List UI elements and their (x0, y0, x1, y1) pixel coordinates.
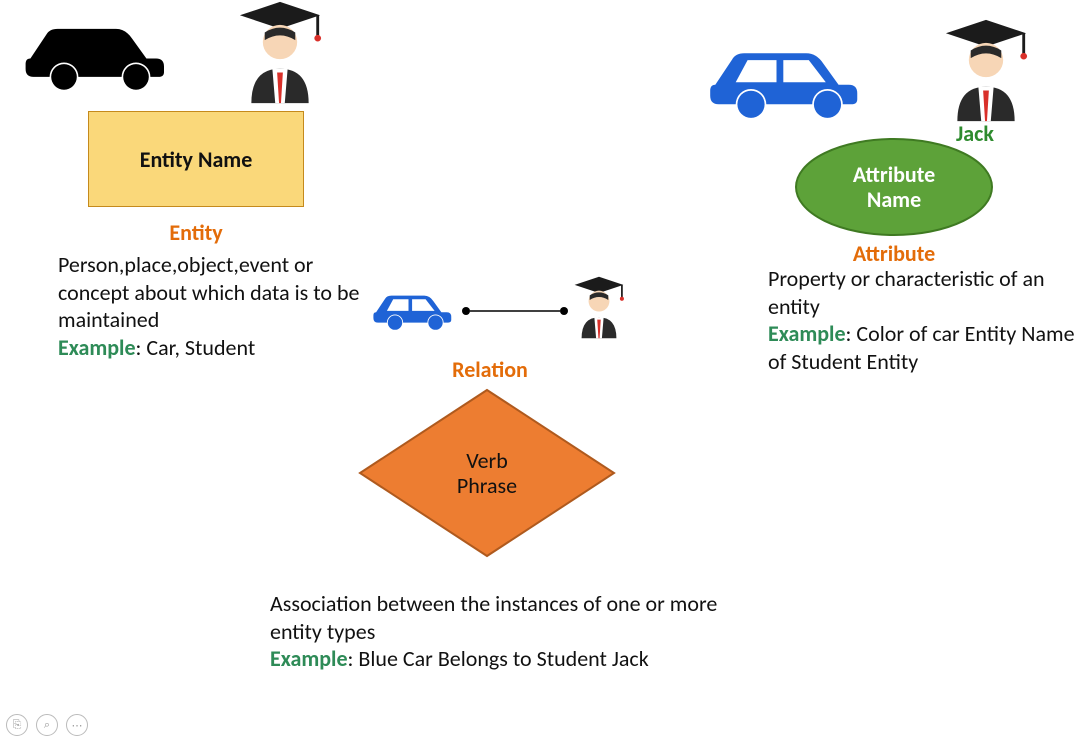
attr-shape-l1: Attribute (853, 162, 935, 187)
car-blue-small-icon (368, 285, 458, 340)
student-jack-icon (938, 18, 1034, 128)
relation-example-label: Example (270, 645, 348, 672)
attr-desc-text: Property or characteristic of an entity (768, 265, 1045, 320)
bottom-toolbar: ⎘ ⌕ ⋯ (6, 714, 88, 736)
relation-shape-l2: Phrase (457, 473, 517, 498)
zoom-button[interactable]: ⌕ (36, 714, 58, 736)
entity-rect-shape: Entity Name (88, 111, 304, 207)
entity-desc-text: Person,place,object,event or concept abo… (58, 251, 359, 333)
relation-desc-text: Association between the instances of one… (270, 590, 717, 645)
car-blue-icon (700, 38, 870, 128)
entity-shape-label: Entity Name (140, 146, 253, 173)
student-black-icon (232, 0, 328, 110)
relation-description: Association between the instances of one… (270, 590, 760, 673)
relation-diamond-text: Verb Phrase (358, 388, 616, 558)
attr-shape-l2: Name (867, 187, 921, 212)
relation-title: Relation (390, 356, 590, 383)
more-button[interactable]: ⋯ (66, 714, 88, 736)
relation-connector (460, 301, 570, 321)
relation-example-text: : Blue Car Belongs to Student Jack (348, 645, 649, 672)
attribute-title: Attribute (794, 240, 994, 267)
student-small-icon (570, 275, 628, 345)
entity-example-label: Example (58, 334, 136, 361)
attribute-ellipse-text: Attribute Name (794, 137, 994, 237)
attr-example-label: Example (768, 320, 846, 347)
entity-description: Person,place,object,event or concept abo… (58, 251, 368, 361)
attribute-description: Property or characteristic of an entity … (768, 265, 1078, 375)
entity-title: Entity (88, 219, 304, 246)
relation-shape-l1: Verb (466, 448, 508, 473)
car-black-icon (16, 12, 176, 102)
entity-example-text: : Car, Student (136, 334, 256, 361)
copy-button[interactable]: ⎘ (6, 714, 28, 736)
